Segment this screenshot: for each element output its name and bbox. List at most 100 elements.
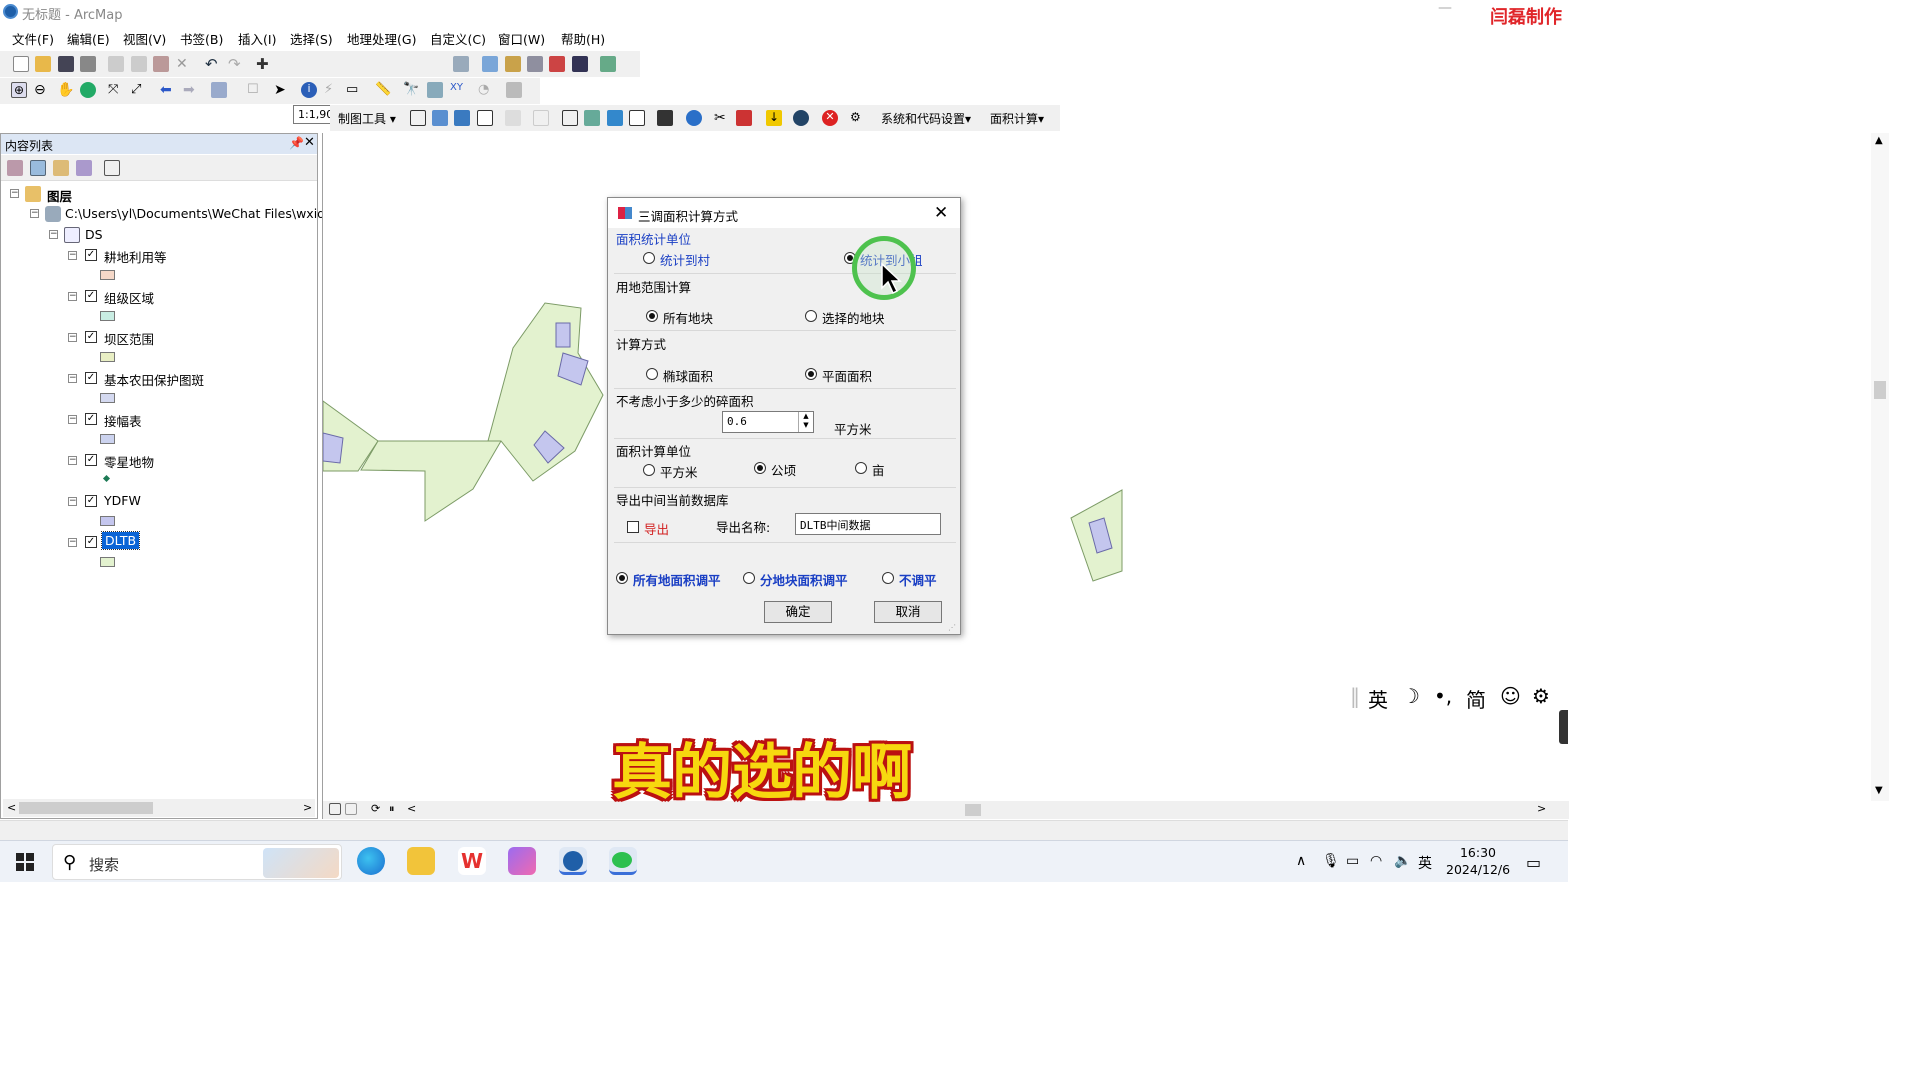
wifi-icon[interactable]: ◠ (1370, 853, 1382, 869)
system-code-settings-dropdown[interactable]: 系统和代码设置▾ (881, 110, 971, 127)
scroll-thumb[interactable] (19, 802, 153, 814)
cancel-button[interactable]: 取消 (874, 601, 942, 623)
layer-visible-checkbox[interactable]: ✓ (85, 413, 97, 425)
data-view-icon[interactable] (329, 803, 341, 815)
undo-icon[interactable]: ↶ (205, 55, 221, 73)
layer-name[interactable]: 耕地利用等 (104, 247, 167, 266)
collapse-icon[interactable]: − (68, 538, 77, 547)
label-planar[interactable]: 平面面积 (822, 366, 872, 385)
windows-start-icon[interactable] (16, 853, 34, 871)
layer-visible-checkbox[interactable]: ✓ (85, 454, 97, 466)
label-unit-sqm[interactable]: 平方米 (660, 462, 698, 481)
collapse-icon[interactable]: − (68, 374, 77, 383)
edit-disabled-icon[interactable] (505, 110, 521, 126)
list-by-selection-icon[interactable] (76, 160, 92, 176)
layer-name[interactable]: YDFW (104, 493, 141, 508)
hyperlink-icon[interactable]: ⚡ (324, 82, 340, 98)
menu-help[interactable]: 帮助(H) (561, 29, 605, 48)
stop-icon[interactable]: ✕ (822, 110, 838, 126)
toc-root[interactable]: 图层 (47, 186, 72, 205)
create-viewer-icon[interactable] (506, 82, 522, 98)
layer-name[interactable]: 零星地物 (104, 452, 154, 471)
pause-drawing-icon[interactable]: ⏸ (389, 802, 395, 816)
layer-name[interactable]: 坝区范围 (104, 329, 154, 348)
find-icon[interactable]: 🔭 (403, 82, 419, 98)
resize-grip-icon[interactable]: ⋰ (948, 623, 956, 632)
arcmap-taskbar-icon[interactable] (559, 847, 587, 875)
catalog-window-icon[interactable] (505, 56, 521, 72)
label-no-adjust[interactable]: 不调平 (899, 570, 937, 589)
microphone-icon[interactable]: 🎙 (1322, 853, 1340, 869)
scroll-right-icon[interactable]: > (303, 801, 312, 814)
export-icon[interactable] (736, 110, 752, 126)
volume-icon[interactable]: 🔈 (1394, 853, 1411, 869)
layer-name[interactable]: 接幅表 (104, 411, 142, 430)
list-by-source-icon[interactable] (30, 160, 46, 176)
list-by-drawing-order-icon[interactable] (7, 160, 23, 176)
label-ellipsoid[interactable]: 椭球面积 (663, 366, 713, 385)
editor-toolbar-icon[interactable] (453, 56, 469, 72)
scroll-thumb[interactable] (1874, 381, 1886, 399)
new-document-icon[interactable] (13, 56, 29, 72)
database-icon[interactable] (657, 110, 673, 126)
scroll-thumb[interactable] (965, 804, 981, 816)
clear-selection-icon[interactable]: ☐ (247, 82, 263, 98)
layout-view-icon[interactable] (345, 803, 357, 815)
wps-office-icon[interactable]: W (458, 847, 486, 875)
gear-icon[interactable]: ⚙ (1532, 684, 1550, 708)
label-stat-village[interactable]: 统计到村 (660, 250, 710, 269)
search-window-icon[interactable] (527, 56, 543, 72)
download-icon[interactable]: ↓ (766, 110, 782, 126)
model-builder-icon[interactable] (600, 56, 616, 72)
radio-planar[interactable] (805, 368, 817, 380)
menu-selection[interactable]: 选择(S) (290, 29, 333, 48)
fixed-zoom-in-icon[interactable]: ⤧ (108, 82, 124, 98)
punctuation-icon[interactable]: •, (1434, 684, 1452, 708)
select-features-icon[interactable] (211, 82, 227, 98)
toc-window-icon[interactable] (482, 56, 498, 72)
scroll-left-icon[interactable]: < (7, 801, 16, 814)
print-icon[interactable] (80, 56, 96, 72)
back-extent-icon[interactable]: ⬅ (160, 82, 176, 98)
scroll-left-icon[interactable]: < (407, 802, 416, 815)
draw-tools-dropdown[interactable]: 制图工具 ▾ (338, 110, 396, 127)
collapse-icon[interactable]: − (68, 292, 77, 301)
measure-icon[interactable]: 📏 (375, 82, 391, 98)
arctoolbox-icon[interactable] (549, 56, 565, 72)
layout-icon[interactable] (432, 110, 448, 126)
taskbar-clock[interactable]: 16:30 2024/12/6 (1446, 844, 1510, 878)
go-to-xy-icon[interactable]: XY (450, 82, 466, 98)
app-icon[interactable] (508, 847, 536, 875)
menu-customize[interactable]: 自定义(C) (430, 29, 486, 48)
pin-icon[interactable]: 📌 (289, 136, 304, 150)
layer-visible-checkbox[interactable]: ✓ (85, 290, 97, 302)
html-popup-icon[interactable]: ▭ (346, 82, 362, 98)
menu-view[interactable]: 视图(V) (123, 29, 166, 48)
query-icon[interactable] (793, 110, 809, 126)
label-adjust-parcel[interactable]: 分地块面积调平 (760, 570, 848, 589)
open-folder-icon[interactable] (35, 56, 51, 72)
chevron-up-icon[interactable]: ∧ (1296, 853, 1306, 869)
layer-name[interactable]: 组级区域 (104, 288, 154, 307)
map-export-icon[interactable] (454, 110, 470, 126)
map-horizontal-scrollbar[interactable]: ⟳ ⏸ < > (323, 801, 1569, 819)
export-label[interactable]: 导出 (644, 519, 669, 538)
refresh-icon[interactable] (686, 110, 702, 126)
edge-browser-icon[interactable] (357, 847, 385, 875)
menu-file[interactable]: 文件(F) (12, 29, 54, 48)
menu-bookmarks[interactable]: 书签(B) (180, 29, 223, 48)
radio-stat-village[interactable] (643, 252, 655, 264)
zoom-out-icon[interactable]: ⊖ (34, 82, 50, 98)
close-icon[interactable]: ✕ (934, 203, 948, 223)
label-unit-ha[interactable]: 公顷 (771, 460, 796, 479)
paste-icon[interactable] (153, 56, 169, 72)
scroll-right-icon[interactable]: > (1537, 802, 1546, 815)
ime-grip-icon[interactable]: ‖ (1350, 684, 1360, 708)
layer-visible-checkbox[interactable]: ✓ (85, 331, 97, 343)
forward-extent-icon[interactable]: ➡ (183, 82, 199, 98)
toc-path[interactable]: C:\Users\yl\Documents\WeChat Files\wxid (65, 206, 325, 221)
layer-visible-checkbox[interactable]: ✓ (85, 372, 97, 384)
blank-icon[interactable] (533, 110, 549, 126)
minimize-button[interactable]: — (1438, 0, 1454, 20)
menu-geoprocessing[interactable]: 地理处理(G) (347, 29, 416, 48)
